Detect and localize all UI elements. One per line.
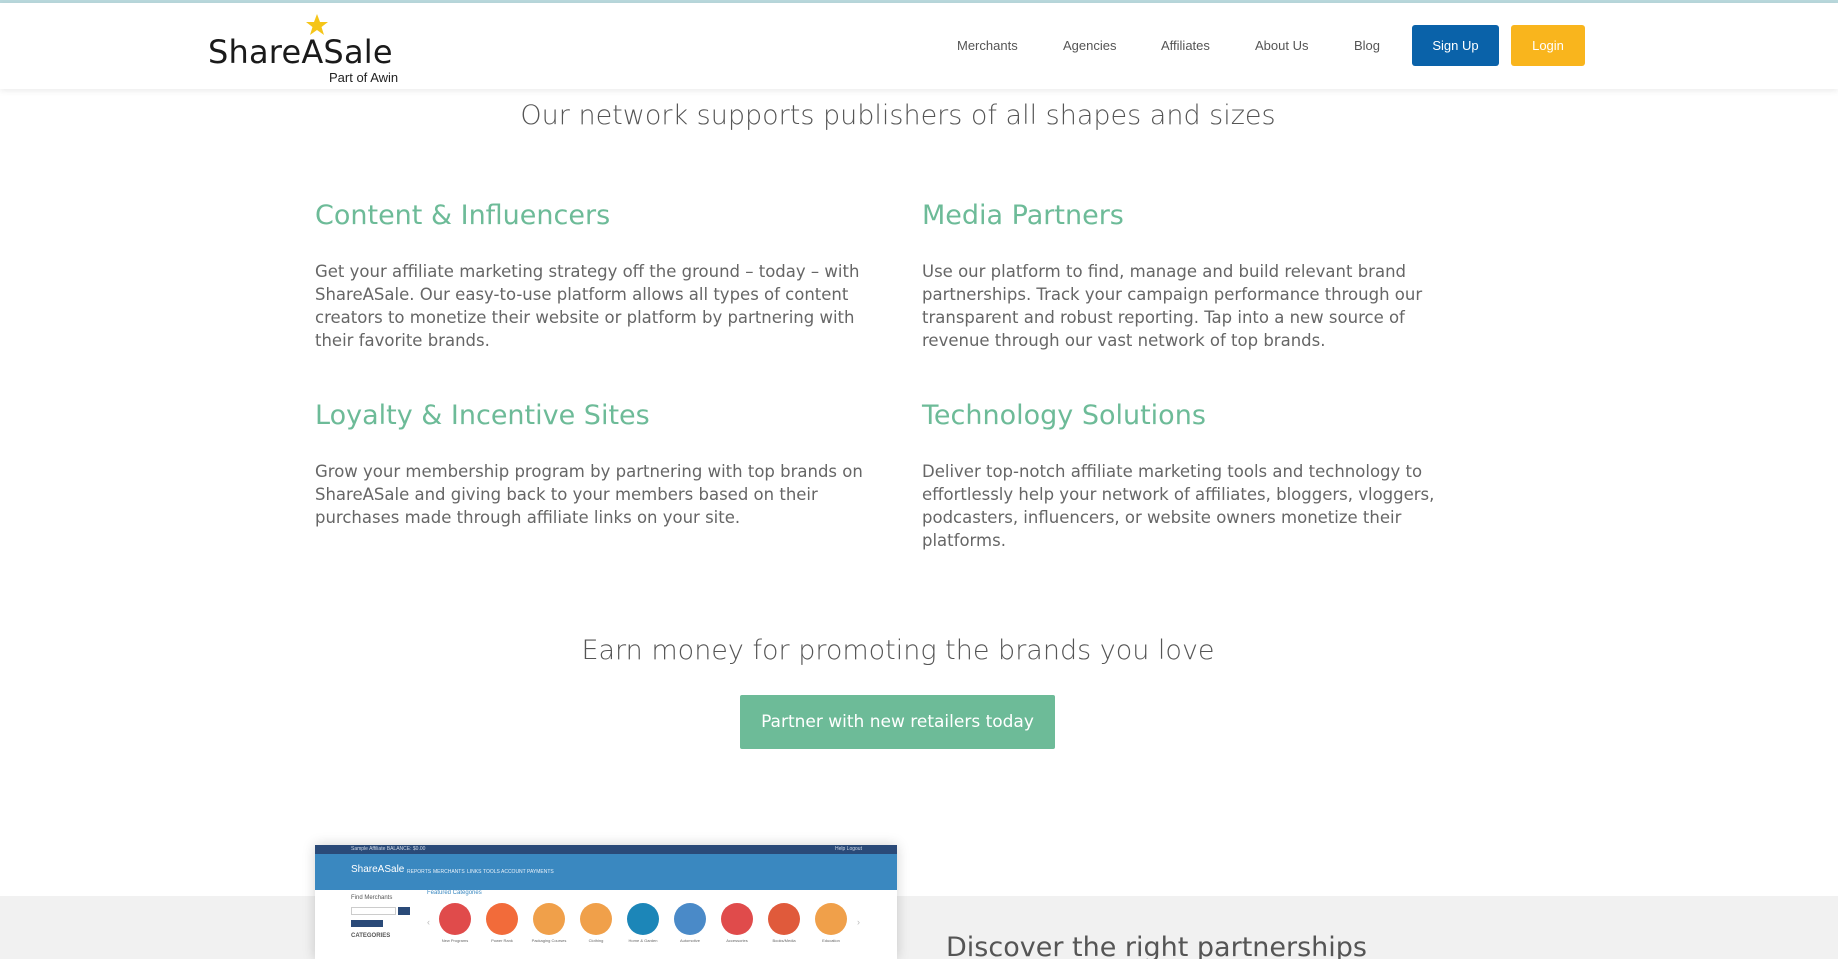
screenshot-logo: ShareASale [351, 864, 405, 875]
chevron-left-icon: ‹ [427, 917, 430, 927]
partner-cta-button[interactable]: Partner with new retailers today [740, 695, 1055, 749]
screenshot-nav-bar: ShareASale REPORTS MERCHANTS LINKS TOOLS… [315, 854, 897, 890]
screenshot-nav-item: MERCHANTS [433, 869, 465, 875]
network-section-title: Our network supports publishers of all s… [520, 100, 1276, 131]
discover-band [0, 896, 1838, 959]
screenshot-find-merchants: Find Merchants [351, 895, 393, 901]
category-label: Packaging Courses [531, 938, 567, 943]
discover-title: Discover the right partnerships [946, 932, 1367, 959]
screenshot-nav-item: LINKS [467, 869, 482, 875]
earn-section-title: Earn money for promoting the brands you … [581, 635, 1215, 666]
home-garden-icon [627, 903, 659, 935]
screenshot-nav-item: TOOLS [483, 869, 500, 875]
dashboard-screenshot: Sample Affiliate BALANCE: $0.00 Help Log… [315, 845, 897, 959]
screenshot-top-bar: Sample Affiliate BALANCE: $0.00 Help Log… [315, 845, 897, 854]
screenshot-nav-item: PAYMENTS [527, 869, 554, 875]
menu-item-blog[interactable]: Blog [1354, 38, 1380, 53]
power-rank-icon [486, 903, 518, 935]
category-label: Clothing [588, 938, 604, 943]
logo-wordmark: ShareASale [208, 33, 393, 71]
clothing-icon [580, 903, 612, 935]
books-media-icon [768, 903, 800, 935]
card-title: Loyalty & Incentive Sites [315, 400, 650, 431]
card-text: Use our platform to find, manage and bui… [922, 262, 1423, 350]
card-title: Technology Solutions [922, 400, 1206, 431]
screenshot-help-links: Help Logout [835, 846, 862, 852]
category-label: Education [822, 938, 840, 943]
site-header: ShareASale Part of Awin Merchants Agenci… [0, 3, 1838, 89]
category-label: Home & Garden [628, 938, 658, 943]
shareasale-logo[interactable]: ShareASale Part of Awin [208, 11, 408, 85]
education-icon [815, 903, 847, 935]
category-label: New Programs [441, 938, 469, 943]
card-text: Deliver top-notch affiliate marketing to… [922, 462, 1435, 550]
new-programs-icon [439, 903, 471, 935]
screenshot-categories-label: CATEGORIES [351, 933, 391, 939]
login-button[interactable]: Login [1511, 25, 1585, 66]
packaging-icon [533, 903, 565, 935]
screenshot-nav-item: ACCOUNT [501, 869, 526, 875]
card-text: Get your affiliate marketing strategy of… [315, 262, 860, 350]
menu-item-affiliates[interactable]: Affiliates [1161, 38, 1210, 53]
card-title: Media Partners [922, 200, 1124, 231]
category-label: Power Rank [491, 938, 513, 943]
sign-up-button[interactable]: Sign Up [1412, 25, 1499, 66]
menu-item-about-us[interactable]: About Us [1255, 38, 1308, 53]
screenshot-featured-label: Featured Categories [427, 890, 482, 896]
card-title: Content & Influencers [315, 200, 611, 231]
menu-item-agencies[interactable]: Agencies [1063, 38, 1116, 53]
category-label: Accessories [726, 938, 748, 943]
category-label: Automotive [679, 938, 700, 943]
logo-subtitle: Part of Awin [329, 70, 399, 85]
accessories-icon [721, 903, 753, 935]
automotive-icon [674, 903, 706, 935]
category-label: Books/Media [772, 938, 796, 943]
chevron-right-icon: › [857, 917, 860, 927]
menu-item-merchants[interactable]: Merchants [957, 38, 1018, 53]
card-text: Grow your membership program by partneri… [315, 462, 863, 527]
screenshot-nav-item: REPORTS [407, 869, 432, 875]
screenshot-account-text: Sample Affiliate BALANCE: $0.00 [351, 846, 426, 852]
